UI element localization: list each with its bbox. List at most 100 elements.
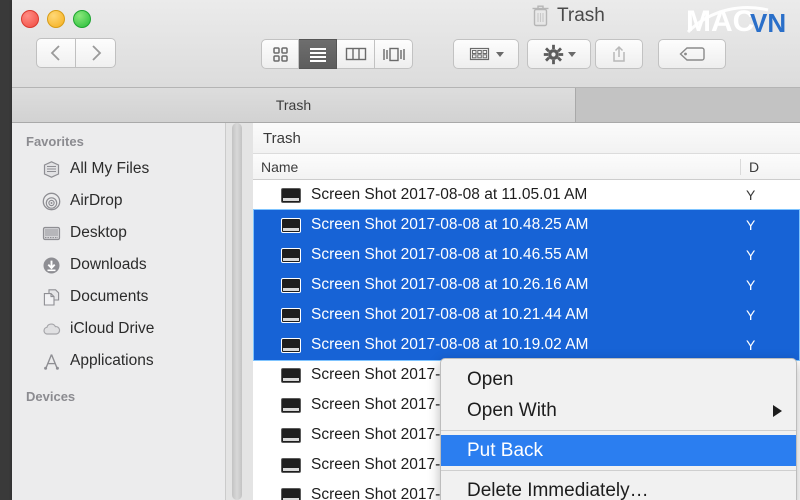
menu-separator bbox=[441, 470, 796, 471]
chevron-right-icon bbox=[91, 45, 101, 61]
context-menu: Open Open With Put Back Delete Immediately… bbox=[440, 358, 797, 500]
table-row[interactable]: Screen Shot 2017-08-08 at 10.19.02 AM Y bbox=[253, 330, 800, 360]
file-name-cell: Screen Shot 2017-08-08 at 10.46.55 AM bbox=[253, 246, 740, 264]
all-my-files-icon bbox=[42, 160, 61, 179]
menu-item-label: Open bbox=[467, 368, 514, 390]
sidebar-item-label: Downloads bbox=[70, 256, 147, 273]
table-row[interactable]: Screen Shot 2017-08-08 at 10.46.55 AM Y bbox=[253, 240, 800, 270]
share-icon bbox=[613, 45, 625, 62]
sidebar-item-label: AirDrop bbox=[70, 192, 123, 209]
sidebar-section-devices-header: Devices bbox=[26, 389, 76, 404]
tab-trash[interactable]: Trash bbox=[12, 88, 576, 122]
file-date-cell: Y bbox=[746, 247, 756, 263]
view-mode-segmented-control bbox=[261, 39, 413, 69]
gear-icon bbox=[543, 44, 563, 64]
forward-button[interactable] bbox=[76, 38, 116, 68]
file-name-cell: Screen Shot 2017-08-08 at 11.05.01 AM bbox=[253, 186, 740, 204]
screenshot-file-icon bbox=[281, 427, 301, 443]
file-name-cell: Screen Shot 2017-08-08 at 10.19.02 AM bbox=[253, 336, 740, 354]
list-view-button[interactable] bbox=[299, 39, 337, 69]
menu-item-delete-immediately[interactable]: Delete Immediately… bbox=[441, 475, 796, 500]
pane-location-title: Trash bbox=[253, 123, 800, 154]
icloud-drive-icon bbox=[42, 320, 61, 339]
column-header-date[interactable]: D bbox=[740, 158, 800, 175]
screenshot-file-icon bbox=[281, 487, 301, 500]
sidebar-item-label: Desktop bbox=[70, 224, 127, 241]
finder-window: Trash Trash Favorites All My Files AirDr… bbox=[12, 0, 800, 500]
action-menu-button[interactable] bbox=[527, 39, 591, 69]
table-row[interactable]: Screen Shot 2017-08-08 at 10.26.16 AM Y bbox=[253, 270, 800, 300]
screenshot-file-icon bbox=[281, 367, 301, 383]
sidebar-item-icloud-drive[interactable]: iCloud Drive bbox=[12, 313, 225, 345]
sidebar-item-airdrop[interactable]: AirDrop bbox=[12, 185, 225, 217]
table-row[interactable]: Screen Shot 2017-08-08 at 10.21.44 AM Y bbox=[253, 300, 800, 330]
navigation-button-group bbox=[36, 38, 116, 68]
file-name-cell: Screen Shot 2017-08-08 at 10.26.16 AM bbox=[253, 276, 740, 294]
maximize-button[interactable] bbox=[73, 10, 91, 28]
toolbar-title-label: Trash bbox=[557, 4, 605, 26]
column-header-row: Name D bbox=[253, 154, 800, 180]
sidebar-item-label: All My Files bbox=[70, 160, 150, 177]
grid-icon bbox=[273, 47, 288, 62]
trash-icon bbox=[532, 5, 549, 27]
menu-item-put-back[interactable]: Put Back bbox=[441, 435, 796, 466]
toolbar-location-title: Trash bbox=[531, 4, 605, 27]
chevron-down-icon bbox=[496, 51, 504, 57]
file-name-label: Screen Shot 2017-08-08 at 11.05.01 AM bbox=[311, 186, 588, 203]
file-name-label: Screen Shot 2017-08-08 at 10.48.25 AM bbox=[311, 216, 589, 233]
file-name-cell: Screen Shot 2017-08-08 at 10.48.25 AM bbox=[253, 216, 740, 234]
screenshot-file-icon bbox=[281, 247, 301, 263]
sidebar-item-downloads[interactable]: Downloads bbox=[12, 249, 225, 281]
sidebar-item-applications[interactable]: Applications bbox=[12, 345, 225, 377]
documents-icon bbox=[42, 288, 61, 307]
menu-item-label: Put Back bbox=[467, 439, 544, 461]
sidebar-item-documents[interactable]: Documents bbox=[12, 281, 225, 313]
file-date-cell: Y bbox=[746, 337, 756, 353]
menu-item-open-with[interactable]: Open With bbox=[441, 395, 796, 426]
file-name-label: Screen Shot 2017-08-08 at 10.21.44 AM bbox=[311, 306, 589, 323]
desktop-icon bbox=[42, 224, 61, 243]
list-lines-icon bbox=[309, 48, 326, 62]
share-button[interactable] bbox=[595, 39, 643, 69]
screenshot-file-icon bbox=[281, 217, 301, 233]
applications-icon bbox=[42, 352, 61, 371]
airdrop-icon bbox=[42, 192, 61, 211]
sidebar-item-label: Applications bbox=[70, 352, 154, 369]
minimize-button[interactable] bbox=[47, 10, 65, 28]
column-view-button[interactable] bbox=[337, 39, 375, 69]
file-date-cell: Y bbox=[746, 217, 756, 233]
coverflow-icon bbox=[382, 47, 405, 61]
screenshot-file-icon bbox=[281, 187, 301, 203]
arrange-grid-icon bbox=[469, 47, 490, 61]
sidebar-item-label: iCloud Drive bbox=[70, 320, 155, 337]
tags-button[interactable] bbox=[658, 39, 726, 69]
menu-item-open[interactable]: Open bbox=[441, 364, 796, 395]
coverflow-view-button[interactable] bbox=[375, 39, 413, 69]
file-date-cell: Y bbox=[746, 307, 756, 323]
screenshot-root: Trash Trash Favorites All My Files AirDr… bbox=[0, 0, 800, 500]
sidebar-section-favorites-header: Favorites bbox=[26, 134, 84, 149]
chevron-left-icon bbox=[50, 45, 60, 61]
arrange-button[interactable] bbox=[453, 39, 519, 69]
column-header-name[interactable]: Name bbox=[253, 159, 740, 175]
sidebar-item-all-my-files[interactable]: All My Files bbox=[12, 153, 225, 185]
close-button[interactable] bbox=[21, 10, 39, 28]
sidebar-item-desktop[interactable]: Desktop bbox=[12, 217, 225, 249]
file-name-label: Screen Shot 2017-08-08 at 10.19.02 AM bbox=[311, 336, 589, 353]
tab-bar-empty-area bbox=[576, 88, 800, 122]
back-button[interactable] bbox=[36, 38, 76, 68]
table-row[interactable]: Screen Shot 2017-08-08 at 11.05.01 AM Y bbox=[253, 180, 800, 210]
screenshot-file-icon bbox=[281, 457, 301, 473]
sidebar-splitter[interactable] bbox=[225, 123, 253, 500]
sidebar: Favorites All My Files AirDrop Desktop D… bbox=[12, 123, 225, 500]
table-row[interactable]: Screen Shot 2017-08-08 at 10.48.25 AM Y bbox=[253, 210, 800, 240]
screenshot-file-icon bbox=[281, 277, 301, 293]
chevron-down-icon bbox=[567, 51, 576, 57]
icon-view-button[interactable] bbox=[261, 39, 299, 69]
vertical-scrollbar[interactable] bbox=[232, 123, 242, 500]
screenshot-file-icon bbox=[281, 397, 301, 413]
traffic-light-group bbox=[21, 10, 91, 28]
file-name-label: Screen Shot 2017-08-08 at 10.26.16 AM bbox=[311, 276, 589, 293]
sidebar-item-label: Documents bbox=[70, 288, 149, 305]
submenu-arrow-icon bbox=[773, 404, 782, 417]
